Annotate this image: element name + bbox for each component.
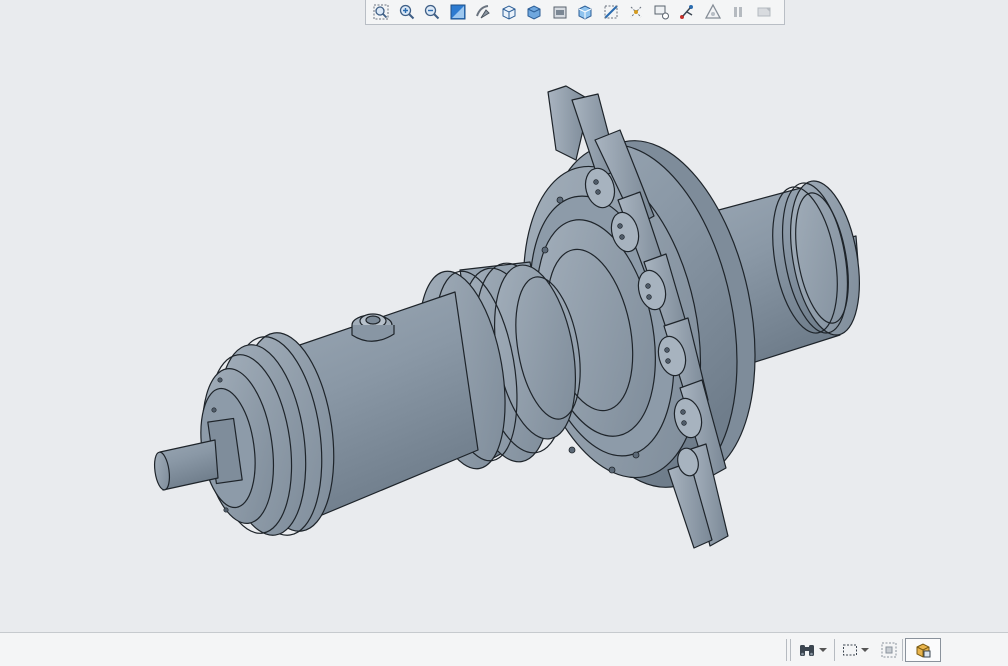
- refit-icon[interactable]: [370, 1, 392, 23]
- status-separator: [786, 639, 787, 661]
- selection-filter-button[interactable]: [842, 638, 869, 662]
- status-separator: [902, 639, 903, 661]
- model-view-button[interactable]: [905, 638, 941, 662]
- saved-orientations-icon[interactable]: [498, 1, 520, 23]
- model-view-icon: [916, 643, 931, 658]
- view-toolbar: [365, 0, 785, 25]
- zoom-out-icon[interactable]: [421, 1, 443, 23]
- annotation-display-icon[interactable]: [651, 1, 673, 23]
- model-spindle-assembly[interactable]: [0, 0, 1008, 632]
- box-select-icon: [843, 644, 857, 656]
- chevron-down-icon: [819, 648, 827, 652]
- smart-filter-button[interactable]: [880, 638, 898, 662]
- display-style-icon[interactable]: [523, 1, 545, 23]
- pause-icon[interactable]: [727, 1, 749, 23]
- stop-icon[interactable]: [753, 1, 775, 23]
- repaint-icon[interactable]: [447, 1, 469, 23]
- graphics-area[interactable]: [0, 0, 1008, 632]
- regenerate-icon[interactable]: [702, 1, 724, 23]
- status-separator: [834, 639, 835, 661]
- filter-icon: [881, 642, 897, 658]
- spin-center-icon[interactable]: [676, 1, 698, 23]
- binoculars-icon: [800, 645, 814, 656]
- chevron-down-icon: [861, 648, 869, 652]
- status-bar: [0, 632, 1008, 666]
- view-manager-icon[interactable]: [549, 1, 571, 23]
- reorient-icon[interactable]: [472, 1, 494, 23]
- find-button[interactable]: [798, 638, 827, 662]
- zoom-in-icon[interactable]: [396, 1, 418, 23]
- left-shaft: [153, 439, 219, 491]
- perspective-view-icon[interactable]: [574, 1, 596, 23]
- datum-display-icon[interactable]: [625, 1, 647, 23]
- section-icon[interactable]: [600, 1, 622, 23]
- status-separator: [790, 639, 791, 661]
